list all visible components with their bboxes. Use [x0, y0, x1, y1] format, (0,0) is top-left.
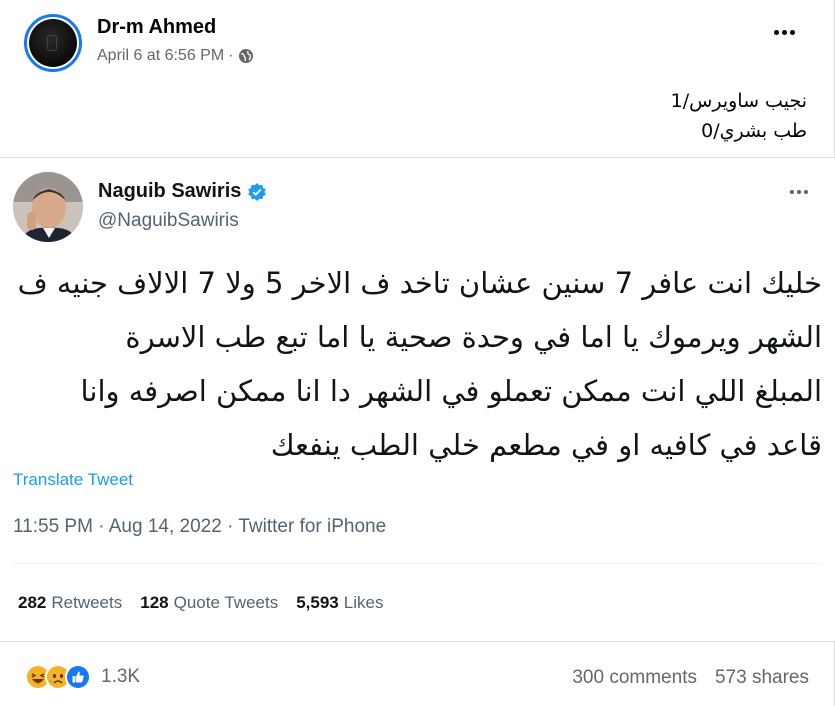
- post-header: Dr-m Ahmed April 6 at 6:56 PM ·: [0, 0, 835, 80]
- tweet-author-name-text: Naguib Sawiris: [98, 180, 242, 202]
- post-timestamp[interactable]: April 6 at 6:56 PM: [97, 47, 224, 65]
- likes-stat: 5,593 Likes: [296, 593, 383, 613]
- facebook-post: Dr-m Ahmed April 6 at 6:56 PM · نجيب ساو…: [0, 0, 835, 706]
- retweets-label: Retweets: [51, 593, 123, 612]
- likes-count: 5,593: [296, 593, 339, 612]
- likes-label: Likes: [343, 593, 384, 612]
- tweet-avatar: [13, 172, 83, 242]
- author-avatar[interactable]: [24, 14, 82, 72]
- translate-tweet-link: Translate Tweet: [13, 470, 134, 489]
- post-caption: نجيب ساويرس/1 طب بشري/0: [407, 86, 807, 146]
- verified-badge-icon: [247, 182, 267, 202]
- post-meta: April 6 at 6:56 PM ·: [97, 47, 254, 65]
- tweet-text-line: قاعد في كافيه او في مطعم خلي الطب ينفعك: [270, 428, 822, 462]
- tweet-timestamp: 11:55 PM · Aug 14, 2022 · Twitter for iP…: [13, 516, 387, 537]
- meta-separator: ·: [228, 47, 234, 64]
- retweets-stat: 282 Retweets: [18, 593, 122, 613]
- caption-line: نجيب ساويرس/1: [670, 90, 807, 112]
- quote-tweets-count: 128: [140, 593, 169, 612]
- reaction-count[interactable]: 1.3K: [101, 666, 140, 688]
- tweet-text-line: المبلغ اللي انت ممكن تعملو في الشهر دا ا…: [80, 374, 822, 408]
- embedded-tweet-image[interactable]: Naguib Sawiris @NaguibSawiris خليك انت ع…: [0, 157, 835, 642]
- tweet-text-line: خليك انت عافر 7 سنين عشان تاخد ف الاخر 5…: [17, 266, 822, 300]
- tweet-text: خليك انت عافر 7 سنين عشان تاخد ف الاخر 5…: [12, 256, 822, 472]
- quote-tweets-stat: 128 Quote Tweets: [140, 593, 278, 613]
- retweets-count: 282: [18, 593, 47, 612]
- reactions-summary[interactable]: 1.3K: [25, 664, 140, 690]
- tweet-text-line: الشهر ويرموك يا اما في وحدة صحية يا اما …: [125, 320, 822, 354]
- post-footer: 1.3K 300 comments 573 shares: [0, 648, 835, 706]
- tweet-more-icon: [790, 190, 808, 194]
- tweet-stats: 282 Retweets 128 Quote Tweets 5,593 Like…: [18, 593, 383, 613]
- post-options-icon[interactable]: [774, 30, 795, 35]
- globe-icon[interactable]: [238, 48, 254, 64]
- tweet-author-name: Naguib Sawiris: [98, 180, 267, 203]
- tweet-divider: [13, 563, 822, 564]
- caption-line: طب بشري/0: [701, 120, 807, 142]
- shares-count[interactable]: 573 shares: [715, 667, 809, 689]
- author-name[interactable]: Dr-m Ahmed: [97, 16, 216, 39]
- like-icon: [65, 664, 91, 690]
- engagement-counts: 300 comments 573 shares: [572, 667, 809, 689]
- comments-count[interactable]: 300 comments: [572, 667, 697, 689]
- quote-tweets-label: Quote Tweets: [173, 593, 279, 612]
- tweet-handle: @NaguibSawiris: [98, 210, 239, 231]
